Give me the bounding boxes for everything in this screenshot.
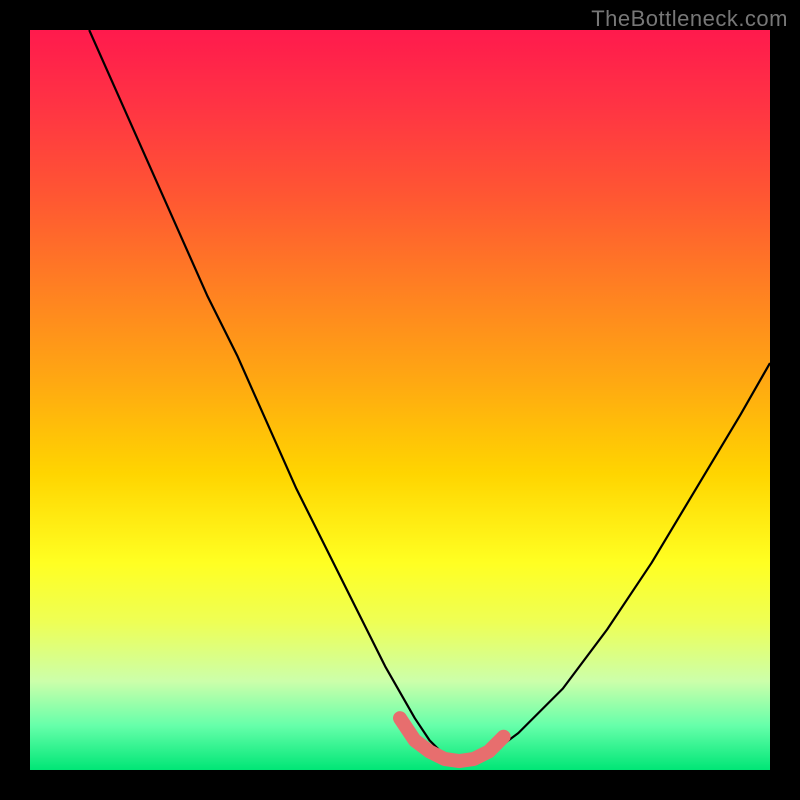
highlight-bottom (400, 718, 504, 761)
chart-frame: TheBottleneck.com (0, 0, 800, 800)
plot-area (30, 30, 770, 770)
watermark-text: TheBottleneck.com (591, 6, 788, 32)
bottleneck-curve (89, 30, 770, 763)
curve-overlay (30, 30, 770, 770)
